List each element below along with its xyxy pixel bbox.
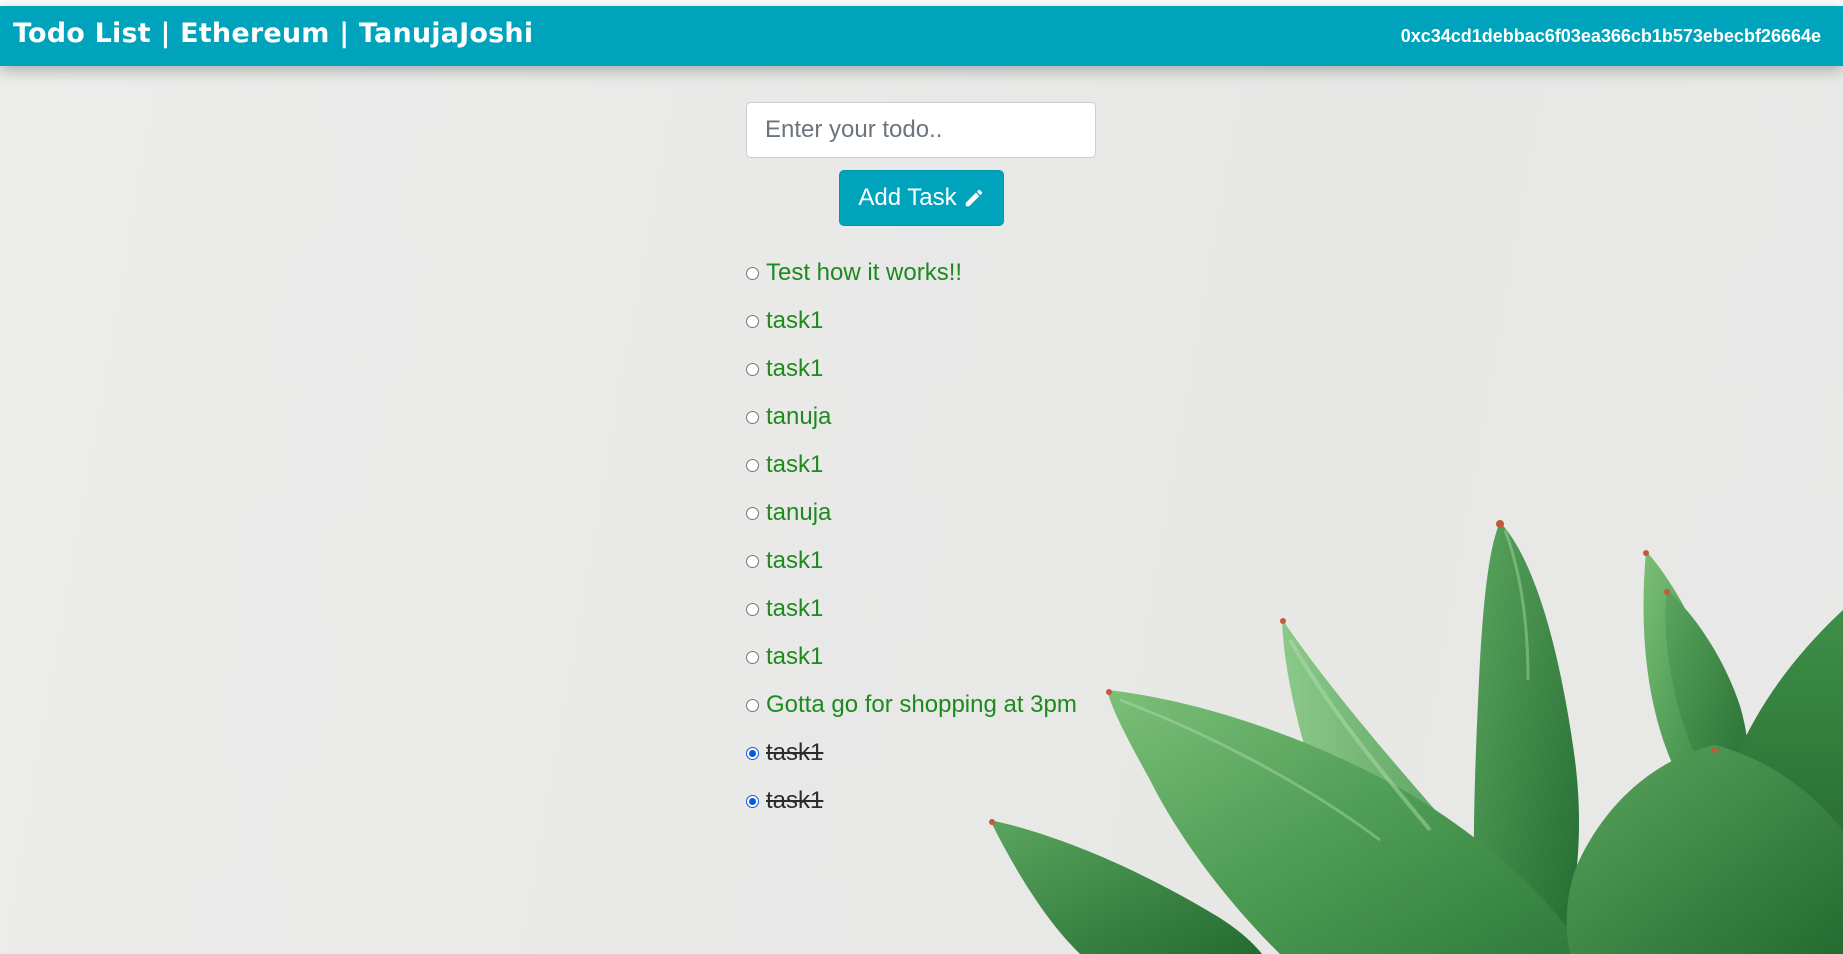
task-item: tanuja xyxy=(746,489,1077,537)
pencil-icon xyxy=(963,187,985,209)
task-label: Test how it works!! xyxy=(766,259,963,286)
todo-panel: Add Task Test how it works!! task1 task1… xyxy=(746,102,1096,813)
task-checkbox[interactable] xyxy=(746,506,759,520)
task-label: task1 xyxy=(766,547,824,574)
task-label: task1 xyxy=(766,451,824,478)
task-label: Gotta go for shopping at 3pm xyxy=(766,691,1077,718)
task-label: task1 xyxy=(766,355,824,382)
navbar-brand[interactable]: Todo List | Ethereum | TanujaJoshi xyxy=(13,18,533,49)
task-checkbox[interactable] xyxy=(746,314,759,328)
todo-input[interactable] xyxy=(746,102,1096,158)
account-address: 0xc34cd1debbac6f03ea366cb1b573ebecbf2666… xyxy=(1400,26,1821,46)
task-checkbox-checked[interactable] xyxy=(746,794,759,808)
task-item: task1 xyxy=(746,441,1077,489)
task-item: task1 xyxy=(746,345,1077,393)
task-item: task1 xyxy=(746,585,1077,633)
task-label: task1 xyxy=(766,307,824,334)
task-checkbox[interactable] xyxy=(746,554,759,568)
task-item: Test how it works!! xyxy=(746,249,1077,297)
task-item: task1 xyxy=(746,633,1077,681)
task-label: tanuja xyxy=(766,403,832,430)
task-item-completed: task1 xyxy=(746,729,1077,777)
task-label: task1 xyxy=(766,595,824,622)
task-checkbox[interactable] xyxy=(746,602,759,616)
task-checkbox[interactable] xyxy=(746,458,759,472)
task-label: task1 xyxy=(766,643,824,670)
add-task-button[interactable]: Add Task xyxy=(839,170,1004,226)
task-checkbox[interactable] xyxy=(746,266,759,280)
task-checkbox[interactable] xyxy=(746,410,759,424)
leaf-tip xyxy=(1106,689,1112,695)
task-label-completed: task1 xyxy=(766,739,824,766)
leaf-tip xyxy=(1496,520,1504,528)
task-item: tanuja xyxy=(746,393,1077,441)
task-label: tanuja xyxy=(766,499,832,526)
task-item-completed: task1 xyxy=(746,777,1077,825)
leaf-tip xyxy=(1280,618,1286,624)
task-checkbox-checked[interactable] xyxy=(746,746,759,760)
task-checkbox[interactable] xyxy=(746,362,759,376)
leaf-tip xyxy=(1643,550,1649,556)
add-task-button-label: Add Task xyxy=(858,184,957,211)
task-item: task1 xyxy=(746,297,1077,345)
task-list: Test how it works!! task1 task1 tanuja t… xyxy=(746,249,1077,825)
leaf-tip xyxy=(1664,589,1670,595)
task-label-completed: task1 xyxy=(766,787,824,814)
task-checkbox[interactable] xyxy=(746,698,759,712)
navbar: Todo List | Ethereum | TanujaJoshi 0xc34… xyxy=(0,6,1843,66)
task-item: task1 xyxy=(746,537,1077,585)
task-item: Gotta go for shopping at 3pm xyxy=(746,681,1077,729)
task-checkbox[interactable] xyxy=(746,650,759,664)
leaf-tip xyxy=(1712,747,1718,753)
